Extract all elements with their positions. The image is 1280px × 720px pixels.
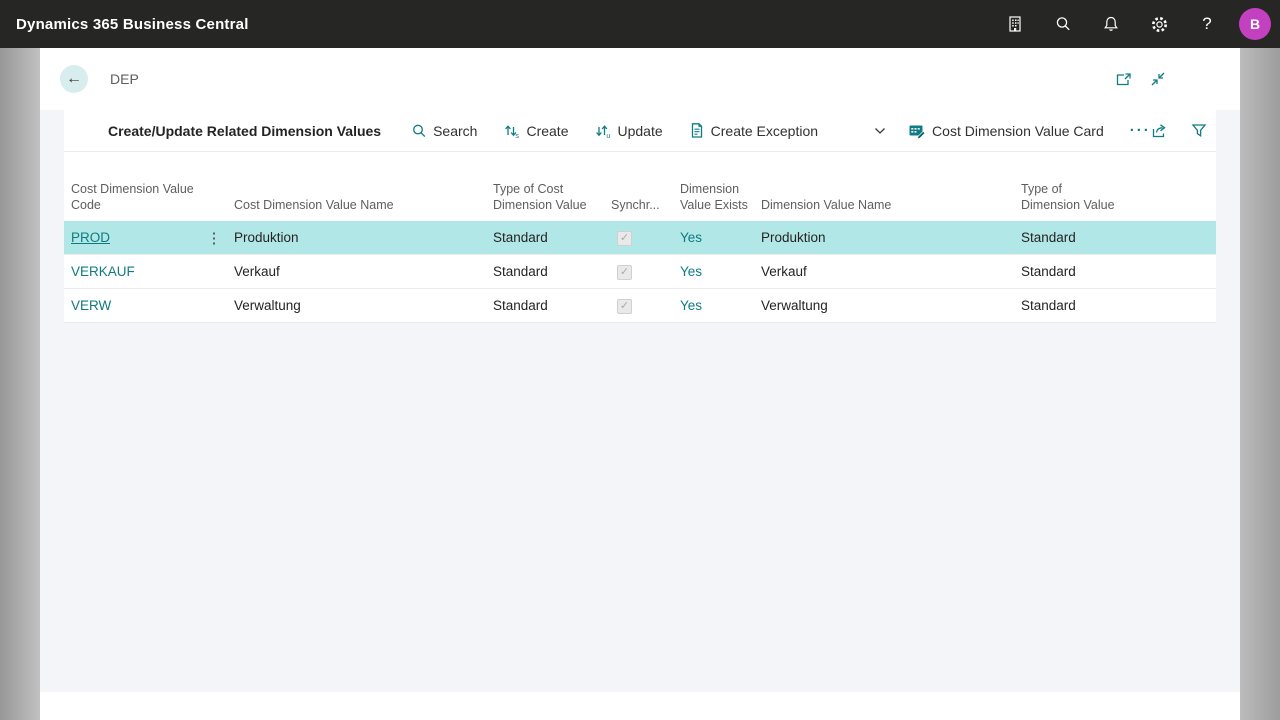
- page-dialog: ← DEP Create/Update Related Dimension Va…: [40, 48, 1240, 720]
- type-of-cost-dimension-value-cell: Standard: [493, 298, 548, 313]
- app-title: Dynamics 365 Business Central: [16, 15, 249, 33]
- dimmed-backdrop-right: [1240, 48, 1280, 720]
- svg-text:s: s: [516, 133, 520, 139]
- code-link[interactable]: VERW: [71, 298, 111, 313]
- cost-dimension-value-name-cell: Verkauf: [234, 264, 280, 279]
- back-arrow-icon: ←: [66, 70, 82, 87]
- column-header-row-menu: [201, 213, 227, 221]
- list-part-panel: Create/Update Related Dimension Values S…: [64, 110, 1216, 323]
- column-header-type-of-cost-dimension-value[interactable]: Type of Cost Dimension Value: [486, 181, 604, 221]
- type-of-dimension-value-cell: Standard: [1021, 264, 1076, 279]
- update-icon: u: [596, 124, 611, 139]
- cost-dimension-value-card-button[interactable]: Cost Dimension Value Card: [908, 123, 1104, 139]
- share-icon[interactable]: [1151, 123, 1169, 139]
- page-header: ← DEP: [40, 48, 1240, 110]
- column-header-cost-dimension-value-name[interactable]: Cost Dimension Value Name: [227, 197, 486, 221]
- company-icon[interactable]: [991, 0, 1039, 48]
- create-exception-icon: [691, 123, 702, 138]
- chevron-down-icon[interactable]: [874, 127, 886, 135]
- user-avatar[interactable]: B: [1239, 8, 1271, 40]
- settings-icon[interactable]: [1135, 0, 1183, 48]
- synchronized-checkbox: ✓: [617, 265, 632, 280]
- synchronized-checkbox: ✓: [617, 231, 632, 246]
- cost-dimension-value-name-cell: Verwaltung: [234, 298, 301, 313]
- help-icon[interactable]: ?: [1183, 0, 1231, 48]
- table-header-row: Cost Dimension Value Code Cost Dimension…: [64, 152, 1216, 221]
- page-content-area: Create/Update Related Dimension Values S…: [40, 110, 1240, 692]
- search-action-button[interactable]: Search: [411, 123, 477, 139]
- search-icon[interactable]: [1039, 0, 1087, 48]
- search-icon: [413, 124, 426, 137]
- action-bar: Create/Update Related Dimension Values S…: [64, 110, 1216, 152]
- page-title: DEP: [110, 71, 139, 87]
- notifications-icon[interactable]: [1087, 0, 1135, 48]
- create-exception-action-button[interactable]: Create Exception: [689, 122, 818, 139]
- filter-icon[interactable]: [1191, 123, 1207, 138]
- column-header-dimension-value-exists[interactable]: Dimension Value Exists: [673, 181, 754, 221]
- column-header-dimension-value-name[interactable]: Dimension Value Name: [754, 197, 1014, 221]
- dimension-value-exists-link[interactable]: Yes: [680, 230, 702, 245]
- list-caption: Create/Update Related Dimension Values: [108, 122, 382, 139]
- back-button[interactable]: ←: [60, 65, 88, 93]
- svg-text:u: u: [607, 133, 611, 139]
- open-in-window-icon[interactable]: [1115, 72, 1132, 87]
- row-menu-icon[interactable]: ⋮: [201, 229, 227, 247]
- table-row[interactable]: VERW ⋮ Verwaltung Standard ✓ Yes Verwalt…: [64, 289, 1216, 323]
- table-row[interactable]: VERKAUF ⋮ Verkauf Standard ✓ Yes Verkauf…: [64, 255, 1216, 289]
- type-of-dimension-value-cell: Standard: [1021, 230, 1076, 245]
- exit-fullscreen-icon[interactable]: [1150, 71, 1166, 87]
- update-action-button[interactable]: u Update: [594, 123, 663, 139]
- type-of-cost-dimension-value-cell: Standard: [493, 264, 548, 279]
- more-options-button[interactable]: ···: [1130, 122, 1151, 139]
- dimension-value-exists-link[interactable]: Yes: [680, 298, 702, 313]
- code-link[interactable]: VERKAUF: [71, 264, 135, 279]
- create-icon: s: [505, 124, 520, 139]
- topbar-actions: ? B: [991, 0, 1280, 48]
- top-navigation-bar: Dynamics 365 Business Central ? B: [0, 0, 1280, 48]
- code-link[interactable]: PROD: [71, 230, 110, 245]
- value-card-icon: [909, 125, 926, 139]
- dimension-value-name-cell: Verwaltung: [761, 298, 828, 313]
- type-of-cost-dimension-value-cell: Standard: [493, 230, 548, 245]
- dimension-value-name-cell: Verkauf: [761, 264, 807, 279]
- table-row[interactable]: PROD ⋮ Produktion Standard ✓ Yes Produkt…: [64, 221, 1216, 255]
- dimension-value-exists-link[interactable]: Yes: [680, 264, 702, 279]
- column-header-synchronized[interactable]: Synchr...: [604, 197, 673, 221]
- create-action-button[interactable]: s Create: [503, 123, 568, 139]
- type-of-dimension-value-cell: Standard: [1021, 298, 1076, 313]
- dimension-value-name-cell: Produktion: [761, 230, 826, 245]
- synchronized-checkbox: ✓: [617, 299, 632, 314]
- column-header-cost-dimension-value-code[interactable]: Cost Dimension Value Code: [64, 181, 201, 221]
- table-body: PROD ⋮ Produktion Standard ✓ Yes Produkt…: [64, 221, 1216, 323]
- column-header-type-of-dimension-value[interactable]: Type of Dimension Value: [1014, 181, 1128, 221]
- cost-dimension-value-name-cell: Produktion: [234, 230, 299, 245]
- dimmed-backdrop-left: [0, 48, 40, 720]
